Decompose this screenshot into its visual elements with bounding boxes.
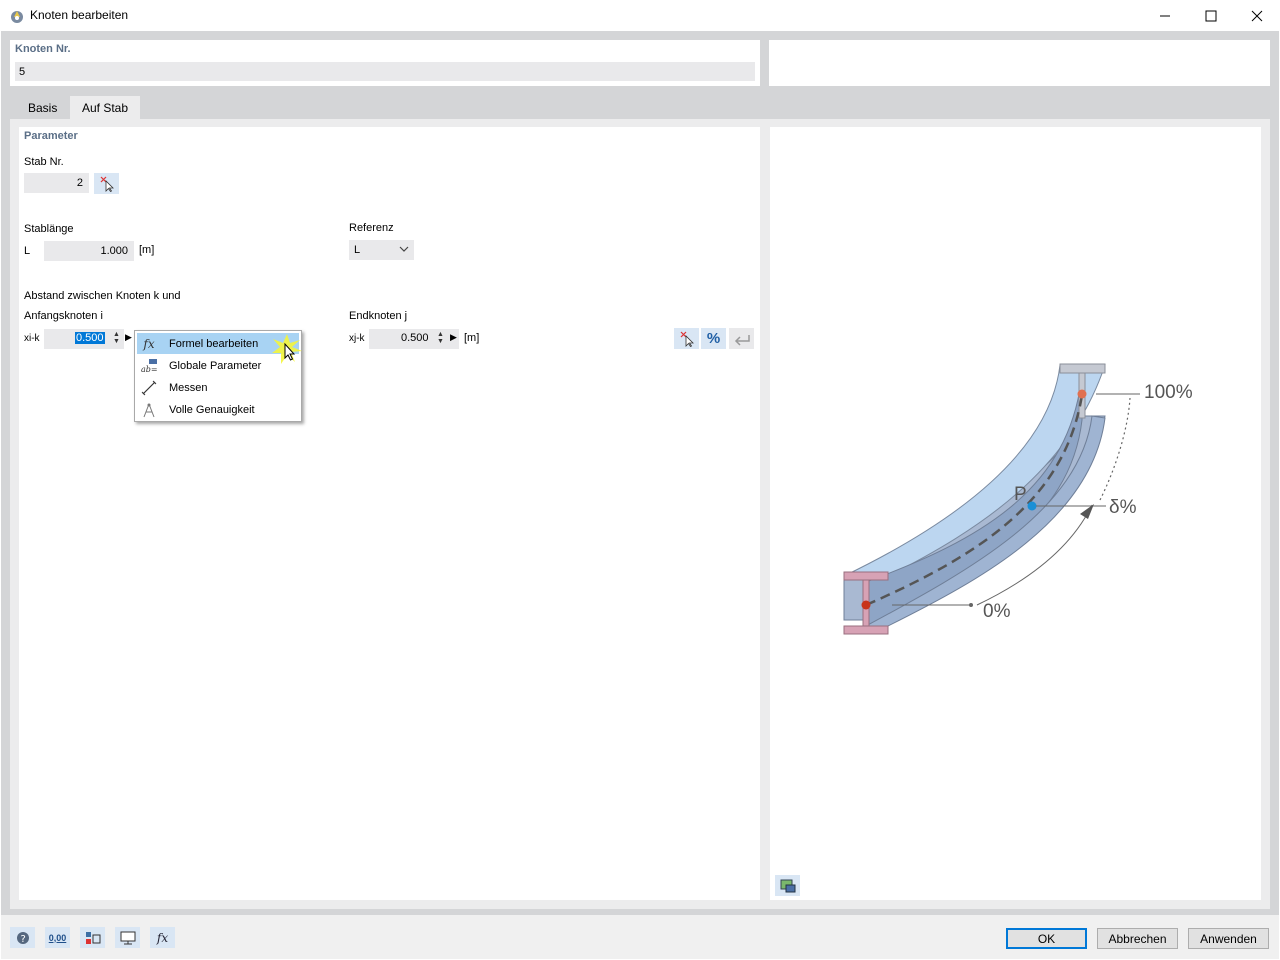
minimize-icon bbox=[1160, 15, 1170, 16]
xi-spinner[interactable]: ▲ ▼ bbox=[113, 331, 120, 345]
close-button[interactable] bbox=[1234, 0, 1280, 31]
label-0-percent: 0% bbox=[983, 601, 1011, 622]
xj-symbol: xj-k bbox=[349, 333, 365, 344]
measure-icon bbox=[137, 377, 161, 398]
percent-toggle-button[interactable]: % bbox=[701, 328, 726, 349]
menu-item-full-precision[interactable]: Volle Genauigkeit bbox=[137, 399, 299, 420]
end-node-label: Endknoten j bbox=[349, 310, 408, 322]
units-icon: 0,00 bbox=[48, 932, 67, 943]
xj-menu-arrow-icon[interactable]: ▶ bbox=[450, 332, 457, 343]
stab-number-label: Stab Nr. bbox=[24, 156, 64, 168]
label-point-p: P bbox=[1014, 484, 1027, 505]
display-settings-button[interactable] bbox=[80, 927, 105, 948]
global-parameters-icon: ab= bbox=[137, 355, 161, 376]
length-symbol: L bbox=[24, 245, 31, 257]
minimize-button[interactable] bbox=[1142, 0, 1188, 31]
menu-item-label: Volle Genauigkeit bbox=[169, 403, 255, 416]
node-number-label: Knoten Nr. bbox=[15, 43, 71, 55]
xi-distance-value: 0.500 bbox=[75, 332, 105, 344]
precision-icon bbox=[137, 399, 161, 420]
formula-icon: fx bbox=[156, 930, 169, 945]
xj-unit: [m] bbox=[464, 332, 480, 344]
section-title-parameter: Parameter bbox=[24, 130, 78, 142]
stab-number-input[interactable]: 2 bbox=[24, 173, 89, 193]
reference-label: Referenz bbox=[349, 222, 394, 234]
node-number-value: 5 bbox=[19, 66, 26, 78]
dialog-footer bbox=[1, 915, 1279, 959]
image-options-button[interactable] bbox=[775, 875, 800, 896]
menu-item-label: Formel bearbeiten bbox=[169, 337, 259, 350]
picture-settings-icon bbox=[780, 879, 795, 892]
menu-item-label: Messen bbox=[169, 381, 208, 394]
formula-editor-button[interactable]: fx bbox=[150, 927, 175, 948]
length-unit: [m] bbox=[139, 244, 155, 256]
svg-text:?: ? bbox=[20, 934, 25, 945]
pick-cursor-icon bbox=[100, 176, 114, 192]
maximize-icon bbox=[1205, 10, 1217, 21]
xj-spinner[interactable]: ▲ ▼ bbox=[437, 331, 444, 345]
svg-text:ab=: ab= bbox=[141, 365, 158, 374]
tab-basis[interactable]: Basis bbox=[16, 97, 69, 119]
menu-item-label: Globale Parameter bbox=[169, 359, 262, 372]
title-bar bbox=[0, 0, 1280, 31]
window-title: Knoten bearbeiten bbox=[30, 8, 129, 22]
help-icon: ? bbox=[16, 931, 29, 945]
undo-button[interactable] bbox=[729, 328, 754, 349]
xi-symbol: xi-k bbox=[24, 333, 40, 344]
pick-cursor-icon bbox=[680, 331, 694, 347]
pick-member-button[interactable] bbox=[94, 173, 119, 194]
member-length-field: 1.000 bbox=[44, 241, 134, 261]
cancel-button[interactable]: Abbrechen bbox=[1097, 928, 1178, 949]
help-button[interactable]: ? bbox=[10, 927, 35, 948]
pick-location-button[interactable] bbox=[674, 328, 699, 349]
label-100-percent: 100% bbox=[1144, 382, 1193, 403]
member-length-label: Stablänge bbox=[24, 223, 74, 235]
display-settings-icon bbox=[85, 931, 100, 944]
view-button[interactable] bbox=[115, 927, 140, 948]
menu-item-measure[interactable]: Messen bbox=[137, 377, 299, 398]
ok-button[interactable]: OK bbox=[1006, 928, 1087, 949]
return-arrow-icon bbox=[734, 334, 750, 346]
reference-selected-value: L bbox=[354, 244, 361, 256]
formula-icon: fx bbox=[143, 336, 155, 351]
xi-menu-arrow-icon[interactable]: ▶ bbox=[125, 332, 132, 343]
app-icon bbox=[9, 8, 25, 24]
maximize-button[interactable] bbox=[1188, 0, 1234, 31]
tab-auf-stab[interactable]: Auf Stab bbox=[70, 96, 141, 120]
units-button[interactable]: 0,00 bbox=[45, 927, 70, 948]
reference-select[interactable]: L bbox=[349, 240, 414, 260]
distance-label: Abstand zwischen Knoten k und bbox=[24, 290, 181, 302]
chevron-down-icon bbox=[399, 246, 409, 252]
node-number-field[interactable] bbox=[15, 62, 755, 81]
monitor-view-icon bbox=[120, 931, 135, 944]
close-icon bbox=[1251, 10, 1263, 21]
mouse-cursor-icon bbox=[270, 332, 304, 369]
comment-panel bbox=[769, 40, 1270, 86]
xj-distance-value: 0.500 bbox=[401, 332, 429, 344]
start-node-label: Anfangsknoten i bbox=[24, 310, 103, 322]
label-delta-percent: δ% bbox=[1109, 497, 1137, 518]
apply-button[interactable]: Anwenden bbox=[1188, 928, 1269, 949]
